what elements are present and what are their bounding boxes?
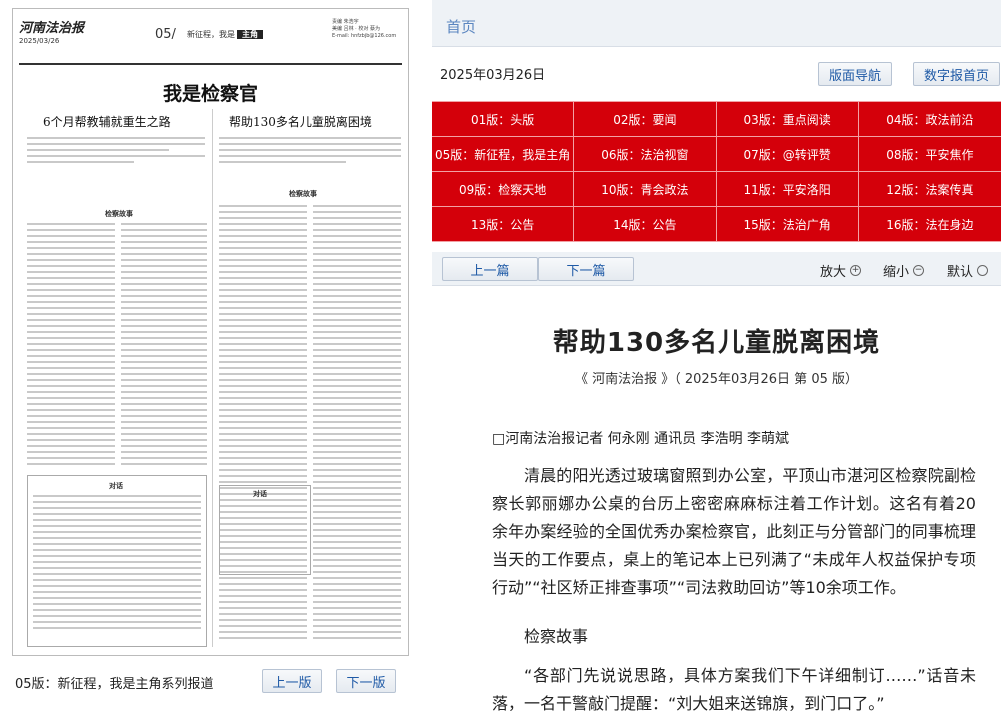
newspaper-right-headline[interactable]: 帮助130多名儿童脱离困境 [229, 113, 372, 130]
right-article-text [219, 137, 401, 167]
article-panel: 首页 2025年03月26日 版面导航 数字报首页 01版：头版 02版：要闻 … [432, 0, 1001, 717]
article-source: 《 河南法治报 》（ 2025年03月26日 第 05 版） [574, 372, 858, 387]
left-article-col1 [27, 223, 115, 469]
right-article-col1 [219, 205, 307, 643]
newspaper-date: 2025/03/26 [19, 37, 60, 45]
left-dialog-text [33, 495, 201, 633]
page-link[interactable]: 12版：法案传真 [858, 172, 1001, 207]
page-link[interactable]: 10版：青会政法 [574, 172, 717, 207]
page-link[interactable]: 15版：法治广角 [716, 207, 859, 242]
newspaper-page-image[interactable]: 河南法治报 2025/03/26 05/ 新征程，我是 主角 责编 朱浩宇 美编 … [12, 8, 409, 656]
issue-date: 2025年03月26日 [440, 68, 546, 83]
right-section-heading: 检察故事 [289, 190, 317, 198]
plus-circle-icon: + [850, 265, 862, 276]
article-title: 帮助130多名儿童脱离困境 [552, 328, 881, 358]
newspaper-page-tag: 新征程，我是 主角 [187, 29, 263, 40]
newspaper-masthead: 河南法治报 2025/03/26 05/ 新征程，我是 主角 责编 朱浩宇 美编 … [19, 15, 402, 65]
article-paragraph: 清晨的阳光透过玻璃窗照到办公室，平顶山市湛河区检察院副检察长郭丽娜办公桌的台历上… [492, 466, 976, 597]
zoom-out-label: 缩小 [883, 265, 910, 280]
current-page-label: 05版：新征程，我是主角系列报道 [15, 677, 214, 692]
newspaper-logo: 河南法治报 [19, 21, 85, 36]
page-link[interactable]: 03版：重点阅读 [716, 102, 859, 137]
article-subheading: 检察故事 [524, 627, 589, 646]
home-bar: 首页 [432, 0, 1001, 47]
page-link[interactable]: 16版：法在身边 [858, 207, 1001, 242]
article-paragraph: “各部门先说说思路，具体方案我们下午详细制订……”话音未落，一名干警敲门提醒：“… [492, 666, 976, 713]
page-tag-prefix: 新征程，我是 [187, 30, 235, 39]
newspaper-left-headline[interactable]: 6个月帮教辅就重生之路 [43, 113, 171, 130]
digital-home-button[interactable]: 数字报首页 [913, 62, 1001, 86]
home-link[interactable]: 首页 [446, 16, 476, 37]
next-page-button[interactable]: 下一版 [336, 669, 396, 693]
page-link[interactable]: 08版：平安焦作 [858, 137, 1001, 172]
page-tag-box: 主角 [237, 30, 263, 39]
newspaper-banner: 我是检察官 [162, 83, 258, 105]
zoom-default-label: 默认 [947, 265, 974, 280]
newspaper-page-number: 05/ [155, 27, 176, 42]
page-link[interactable]: 09版：检察天地 [432, 172, 575, 207]
left-section-heading: 检察故事 [105, 210, 133, 218]
page-link[interactable]: 13版：公告 [432, 207, 575, 242]
circle-icon [977, 265, 989, 276]
page-link[interactable]: 11版：平安洛阳 [716, 172, 859, 207]
page-link[interactable]: 01版：头版 [432, 102, 575, 137]
column-divider [212, 109, 213, 647]
article-toolbar: 上一篇 下一篇 放大 + 缩小 − 默认 [432, 252, 1001, 286]
newspaper-edit-info: 责编 朱浩宇 美编 吕林 · 校对 蔡为 E-mail: hnfzbjb@126… [332, 19, 397, 39]
page-link[interactable]: 14版：公告 [574, 207, 717, 242]
left-dialog-heading: 对话 [109, 482, 123, 490]
article-body: 帮助130多名儿童脱离困境 《 河南法治报 》（ 2025年03月26日 第 0… [432, 286, 1001, 717]
right-dialog-heading: 对话 [253, 490, 267, 498]
page-index-grid: 01版：头版 02版：要闻 03版：重点阅读 04版：政法前沿 05版：新征程，… [432, 101, 1001, 242]
date-bar: 2025年03月26日 版面导航 数字报首页 [432, 50, 1001, 96]
page-link[interactable]: 05版：新征程，我是主角 [432, 137, 575, 172]
page-link[interactable]: 02版：要闻 [574, 102, 717, 137]
page-link[interactable]: 07版：@转评赞 [716, 137, 859, 172]
right-article-col2 [313, 205, 401, 643]
zoom-out-control[interactable]: 缩小 − [883, 261, 925, 280]
page-footer: 05版：新征程，我是主角系列报道 上一版 下一版 [12, 667, 409, 697]
prev-article-button[interactable]: 上一篇 [442, 257, 538, 281]
zoom-default-control[interactable]: 默认 [947, 261, 989, 280]
page-link[interactable]: 06版：法治视窗 [574, 137, 717, 172]
minus-circle-icon: − [913, 265, 925, 276]
next-article-button[interactable]: 下一篇 [538, 257, 634, 281]
zoom-in-control[interactable]: 放大 + [820, 261, 862, 280]
page-link[interactable]: 04版：政法前沿 [858, 102, 1001, 137]
left-article-col2 [121, 223, 207, 469]
layout-nav-button[interactable]: 版面导航 [818, 62, 893, 86]
article-byline: □河南法治报记者 何永刚 通讯员 李浩明 李萌斌 [492, 431, 790, 447]
prev-page-button[interactable]: 上一版 [262, 669, 322, 693]
newspaper-panel: 河南法治报 2025/03/26 05/ 新征程，我是 主角 责编 朱浩宇 美编 … [0, 0, 420, 717]
left-article-text [27, 137, 205, 167]
zoom-in-label: 放大 [820, 265, 847, 280]
